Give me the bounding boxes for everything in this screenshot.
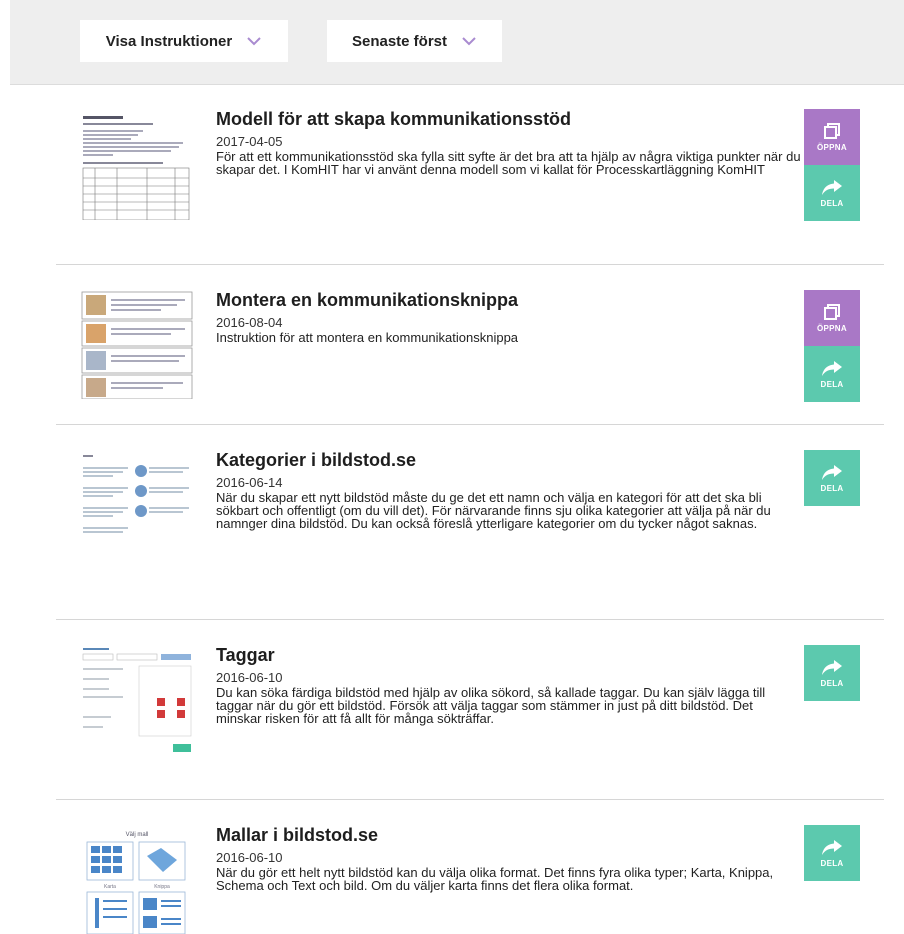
thumb-label-map: Karta <box>104 884 116 890</box>
item-date: 2016-06-14 <box>216 475 283 490</box>
item-content: Taggar 2016-06-10 Du kan söka färdiga bi… <box>216 644 801 725</box>
item-title[interactable]: Mallar i bildstod.se <box>216 824 801 846</box>
share-button-label: DELA <box>820 484 844 493</box>
item-content: Mallar i bildstod.se 2016-06-10 När du g… <box>216 824 801 892</box>
item-title[interactable]: Taggar <box>216 644 801 666</box>
item-description: För att ett kommunikationsstöd ska fylla… <box>216 149 801 177</box>
share-button[interactable]: DELA <box>804 346 860 402</box>
item-date: 2016-06-10 <box>216 670 283 685</box>
document-thumbnail[interactable] <box>81 112 193 220</box>
chevron-down-icon <box>462 37 476 46</box>
open-button[interactable]: ÖPPNA <box>804 109 860 165</box>
item-title[interactable]: Montera en kommunikationsknippa <box>216 289 801 311</box>
share-button[interactable]: DELA <box>804 450 860 506</box>
document-thumbnail[interactable]: Välj mall Karta Knippa <box>81 828 193 934</box>
share-button[interactable]: DELA <box>804 825 860 881</box>
share-button[interactable]: DELA <box>804 645 860 701</box>
item-content: Kategorier i bildstod.se 2016-06-14 När … <box>216 449 801 530</box>
item-actions: DELA <box>804 645 860 701</box>
share-button-label: DELA <box>820 859 844 868</box>
share-button-label: DELA <box>820 380 844 389</box>
item-actions: DELA <box>804 825 860 881</box>
item-content: Montera en kommunikationsknippa 2016-08-… <box>216 289 801 344</box>
list-item: Modell för att skapa kommunikationsstöd … <box>56 84 884 265</box>
list-item: Taggar 2016-06-10 Du kan söka färdiga bi… <box>56 620 884 800</box>
list-item: Kategorier i bildstod.se 2016-06-14 När … <box>56 425 884 620</box>
instruction-list: Modell för att skapa kommunikationsstöd … <box>56 84 884 934</box>
item-actions: ÖPPNA DELA <box>804 290 860 402</box>
item-description: Du kan söka färdiga bildstöd med hjälp a… <box>216 685 766 726</box>
share-button[interactable]: DELA <box>804 165 860 221</box>
share-button-label: DELA <box>820 679 844 688</box>
list-item: Välj mall Karta Knippa Mallar i bildstod… <box>56 800 884 934</box>
item-date: 2016-08-04 <box>216 315 283 330</box>
thumb-label-choose-template: Välj mall <box>126 832 149 838</box>
item-date: 2016-06-10 <box>216 850 283 865</box>
share-icon <box>822 361 842 376</box>
item-description: När du gör ett helt nytt bildstöd kan du… <box>216 865 774 893</box>
item-actions: DELA <box>804 450 860 506</box>
item-content: Modell för att skapa kommunikationsstöd … <box>216 108 801 176</box>
item-description: När du skapar ett nytt bildstöd måste du… <box>216 490 771 531</box>
item-date: 2017-04-05 <box>216 134 283 149</box>
document-thumbnail[interactable] <box>81 646 193 754</box>
share-icon <box>822 840 842 855</box>
open-icon <box>824 304 840 320</box>
open-button[interactable]: ÖPPNA <box>804 290 860 346</box>
open-button-label: ÖPPNA <box>817 324 847 333</box>
sort-dropdown[interactable]: Senaste först <box>327 20 502 62</box>
share-icon <box>822 180 842 195</box>
open-button-label: ÖPPNA <box>817 143 847 152</box>
item-actions: ÖPPNA DELA <box>804 109 860 221</box>
item-title[interactable]: Modell för att skapa kommunikationsstöd <box>216 108 801 130</box>
item-title[interactable]: Kategorier i bildstod.se <box>216 449 801 471</box>
document-thumbnail[interactable] <box>81 291 193 399</box>
document-thumbnail[interactable] <box>81 451 193 559</box>
share-icon <box>822 660 842 675</box>
list-item: Montera en kommunikationsknippa 2016-08-… <box>56 265 884 425</box>
open-icon <box>824 123 840 139</box>
instructions-dropdown-label: Visa Instruktioner <box>105 32 233 50</box>
thumb-label-bundle: Knippa <box>154 884 170 890</box>
share-button-label: DELA <box>820 199 844 208</box>
instructions-dropdown[interactable]: Visa Instruktioner <box>80 20 288 62</box>
chevron-down-icon <box>247 37 261 46</box>
sort-dropdown-label: Senaste först <box>351 32 448 50</box>
item-description: Instruktion för att montera en kommunika… <box>216 330 519 345</box>
share-icon <box>822 465 842 480</box>
filter-toolbar: Visa Instruktioner Senaste först <box>10 0 904 85</box>
